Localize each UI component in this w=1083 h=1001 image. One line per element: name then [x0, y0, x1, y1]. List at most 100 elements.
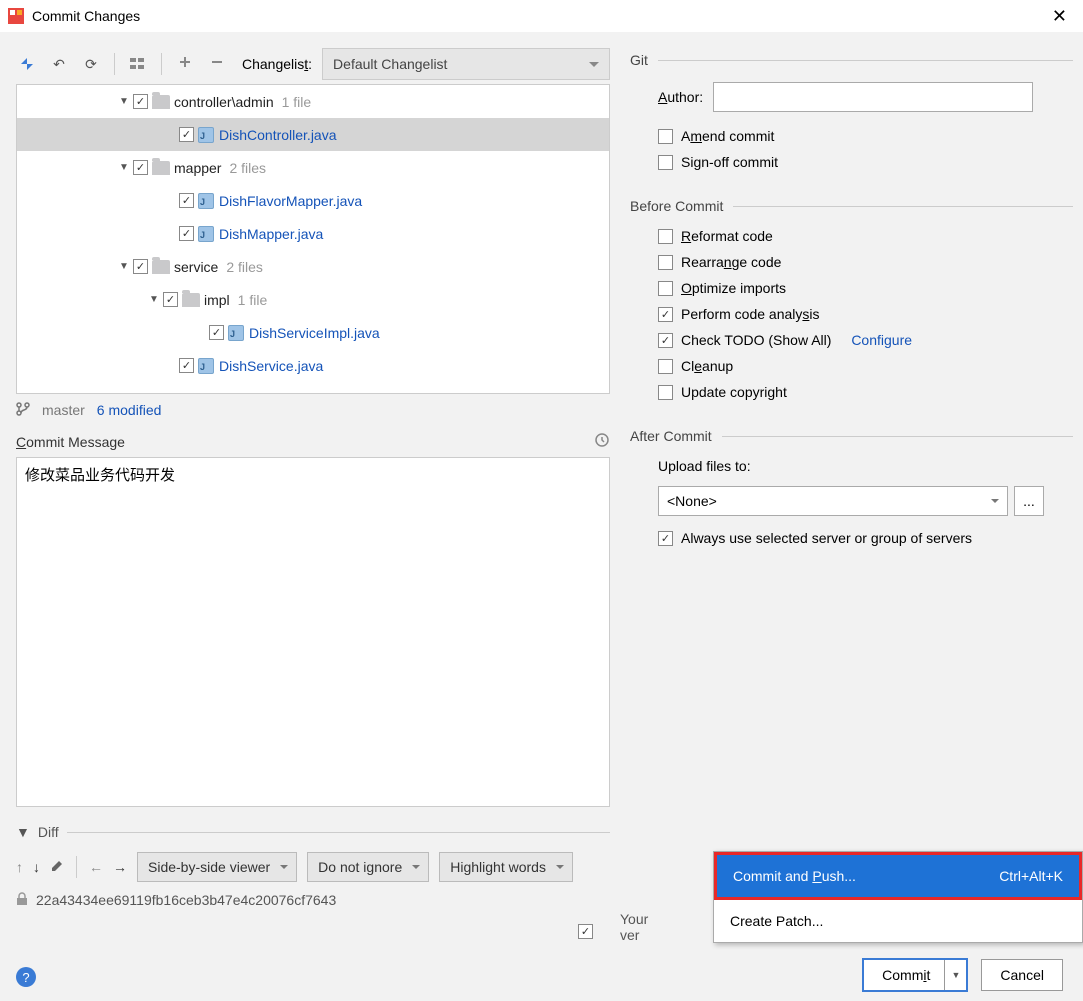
java-file-icon: J — [198, 127, 214, 143]
your-version-label: Your ver — [620, 911, 663, 943]
window-title: Commit Changes — [32, 8, 1044, 24]
tree-row[interactable]: JDishFlavorMapper.java — [17, 184, 609, 217]
chevron-down-icon[interactable]: ▼ — [117, 261, 131, 272]
highlight-select[interactable]: Highlight words — [439, 852, 573, 882]
file-name: DishController.java — [219, 127, 337, 143]
undo-icon[interactable]: ↶ — [48, 53, 70, 75]
file-tree[interactable]: ▼controller\admin1 file J DishController.j… — [16, 84, 610, 394]
folder-icon — [152, 95, 170, 109]
chevron-down-icon[interactable]: ▼ — [147, 294, 161, 305]
cleanup-label: Cleanup — [681, 358, 733, 374]
arrow-up-icon[interactable]: ↑ — [16, 859, 23, 875]
nav-back-icon[interactable]: ← — [89, 859, 103, 875]
git-section-title: Git — [630, 52, 648, 68]
separator — [722, 436, 1073, 437]
commit-dropdown-menu: Commit and Push... Ctrl+Alt+K Create Pat… — [713, 851, 1083, 943]
commit-message-input[interactable]: 修改菜品业务代码开发 — [16, 457, 610, 807]
file-name: DishService.java — [219, 358, 323, 374]
changelist-label: Changelist: — [242, 56, 312, 72]
file-checkbox[interactable] — [179, 193, 194, 208]
refresh-icon[interactable]: ⟳ — [80, 53, 102, 75]
tree-row[interactable]: JDishServiceImpl.java — [17, 316, 609, 349]
cleanup-checkbox[interactable] — [658, 359, 673, 374]
configure-link[interactable]: Configure — [851, 332, 912, 348]
todo-label: Check TODO (Show All) — [681, 332, 831, 348]
diff-chevron-icon[interactable]: ▼ — [16, 824, 30, 840]
diff-label: Diff — [38, 824, 59, 840]
file-checkbox[interactable] — [133, 94, 148, 109]
reformat-checkbox[interactable] — [658, 229, 673, 244]
ignore-select[interactable]: Do not ignore — [307, 852, 429, 882]
rearrange-label: Rearrange code — [681, 254, 781, 270]
file-checkbox[interactable] — [133, 160, 148, 175]
version-checkbox[interactable] — [578, 924, 593, 939]
file-name: DishServiceImpl.java — [249, 325, 380, 341]
tree-row[interactable]: J DishController.java — [17, 118, 609, 151]
tree-row[interactable]: JDishMapper.java — [17, 217, 609, 250]
file-meta: 1 file — [238, 292, 268, 308]
file-meta: 2 files — [229, 160, 266, 176]
file-checkbox[interactable] — [179, 127, 194, 142]
changelist-select[interactable]: Default Changelist — [322, 48, 610, 80]
arrow-down-icon[interactable]: ↓ — [33, 859, 40, 875]
commit-hash: 22a43434ee69119fb16ceb3b47e4c20076cf7643 — [36, 892, 336, 908]
optimize-checkbox[interactable] — [658, 281, 673, 296]
copyright-checkbox[interactable] — [658, 385, 673, 400]
analysis-checkbox[interactable] — [658, 307, 673, 322]
help-icon[interactable]: ? — [16, 967, 36, 987]
file-checkbox[interactable] — [179, 226, 194, 241]
tree-row[interactable]: J DishService.java — [17, 349, 609, 382]
author-input[interactable] — [713, 82, 1033, 112]
branch-icon — [16, 402, 30, 419]
chevron-down-icon[interactable]: ▼ — [117, 162, 131, 173]
todo-checkbox[interactable] — [658, 333, 673, 348]
expand-icon[interactable] — [174, 53, 196, 75]
nav-forward-icon[interactable]: → — [113, 859, 127, 875]
java-file-icon: J — [198, 358, 214, 374]
separator — [658, 60, 1073, 61]
author-label: Author: — [658, 89, 703, 105]
modified-count[interactable]: 6 modified — [97, 402, 162, 418]
commit-message-label: Commit Message — [16, 434, 125, 450]
amend-checkbox[interactable] — [658, 129, 673, 144]
separator — [76, 856, 77, 878]
chevron-down-icon[interactable]: ▼ — [117, 96, 131, 107]
close-icon[interactable]: ✕ — [1044, 6, 1075, 27]
separator — [161, 53, 162, 75]
after-commit-title: After Commit — [630, 428, 712, 444]
browse-button[interactable]: ... — [1014, 486, 1044, 516]
history-icon[interactable] — [594, 432, 610, 451]
edit-icon[interactable] — [50, 859, 64, 876]
folder-icon — [152, 260, 170, 274]
commit-dropdown-icon[interactable]: ▼ — [944, 960, 966, 990]
folder-icon — [182, 293, 200, 307]
reformat-label: Reformat code — [681, 228, 773, 244]
file-checkbox[interactable] — [163, 292, 178, 307]
branch-name: master — [42, 402, 85, 418]
rollback-icon[interactable] — [16, 53, 38, 75]
viewer-select[interactable]: Side-by-side viewer — [137, 852, 297, 882]
create-patch-item[interactable]: Create Patch... — [714, 900, 1082, 942]
tree-row[interactable]: ▼impl1 file — [17, 283, 609, 316]
file-checkbox[interactable] — [133, 259, 148, 274]
group-icon[interactable] — [127, 53, 149, 75]
signoff-label: Sign-off commit — [681, 154, 778, 170]
tree-row[interactable]: ▼ mapper 2 files — [17, 151, 609, 184]
file-name: mapper — [174, 160, 221, 176]
upload-select[interactable]: <None> — [658, 486, 1008, 516]
rearrange-checkbox[interactable] — [658, 255, 673, 270]
file-checkbox[interactable] — [179, 358, 194, 373]
always-checkbox[interactable] — [658, 531, 673, 546]
file-name: service — [174, 259, 218, 275]
tree-row[interactable]: ▼service2 files — [17, 250, 609, 283]
signoff-checkbox[interactable] — [658, 155, 673, 170]
analysis-label: Perform code analysis — [681, 306, 820, 322]
commit-button[interactable]: Commit ▼ — [863, 959, 967, 991]
collapse-icon[interactable] — [206, 53, 228, 75]
file-checkbox[interactable] — [209, 325, 224, 340]
folder-icon — [152, 161, 170, 175]
tree-row[interactable]: ▼controller\admin1 file — [17, 85, 609, 118]
cancel-button[interactable]: Cancel — [981, 959, 1063, 991]
commit-and-push-item[interactable]: Commit and Push... Ctrl+Alt+K — [714, 852, 1082, 900]
before-commit-title: Before Commit — [630, 198, 723, 214]
